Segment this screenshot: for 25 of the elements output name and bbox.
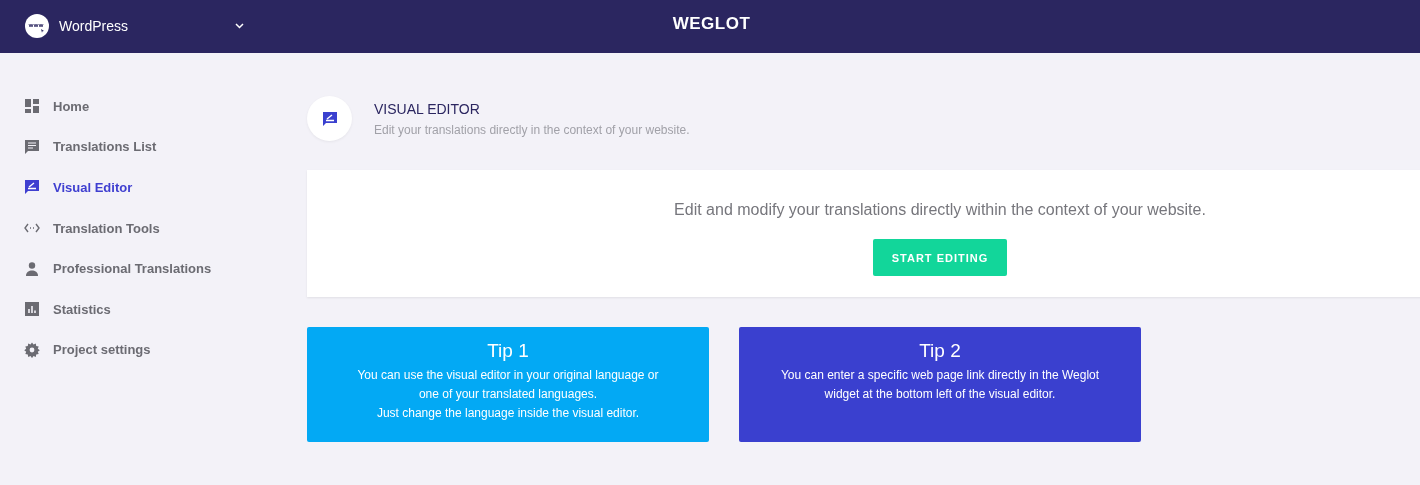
sidebar-item[interactable]: Translations List (0, 126, 307, 168)
tip-text: You can use the visual editor in your original language or one of your translated languages. Just change the language inside the visual editor. (356, 367, 660, 422)
www-globe-icon (25, 14, 49, 38)
bar-chart-icon (24, 301, 40, 318)
sidebar-item[interactable]: Home (0, 86, 307, 127)
page-title: VISUAL EDITOR (374, 100, 481, 117)
edit-comment-icon (24, 179, 40, 196)
settings-icon (24, 341, 40, 358)
tip-title: Tip 2 (918, 340, 962, 362)
dashboard-icon (24, 98, 40, 115)
banner-text: Edit and modify your translations directly within the context of your website. (674, 201, 1206, 219)
sidebar-item[interactable]: Statistics (0, 288, 307, 330)
site-name[interactable]: WordPress (59, 18, 128, 34)
page-subtitle: Edit your translations directly in the context of your website. (374, 122, 690, 137)
edit-comment-icon (321, 110, 338, 127)
sidebar-item[interactable]: Professional Translations (0, 248, 307, 289)
sidebar-item[interactable]: Project settings (0, 329, 307, 371)
tip-title: Tip 1 (486, 340, 530, 362)
comment-list-icon (24, 138, 40, 155)
sidebar-item[interactable]: Visual Editor (0, 167, 307, 208)
tip-text: You can enter a specific web page link directly in the Weglot widget at the bottom left of the visual editor. (779, 367, 1101, 403)
chevron-down-icon[interactable] (235, 23, 244, 29)
person-icon (24, 260, 40, 277)
logo: WEGLOT (672, 13, 751, 34)
sidebar-item[interactable]: Translation Tools (0, 207, 307, 249)
